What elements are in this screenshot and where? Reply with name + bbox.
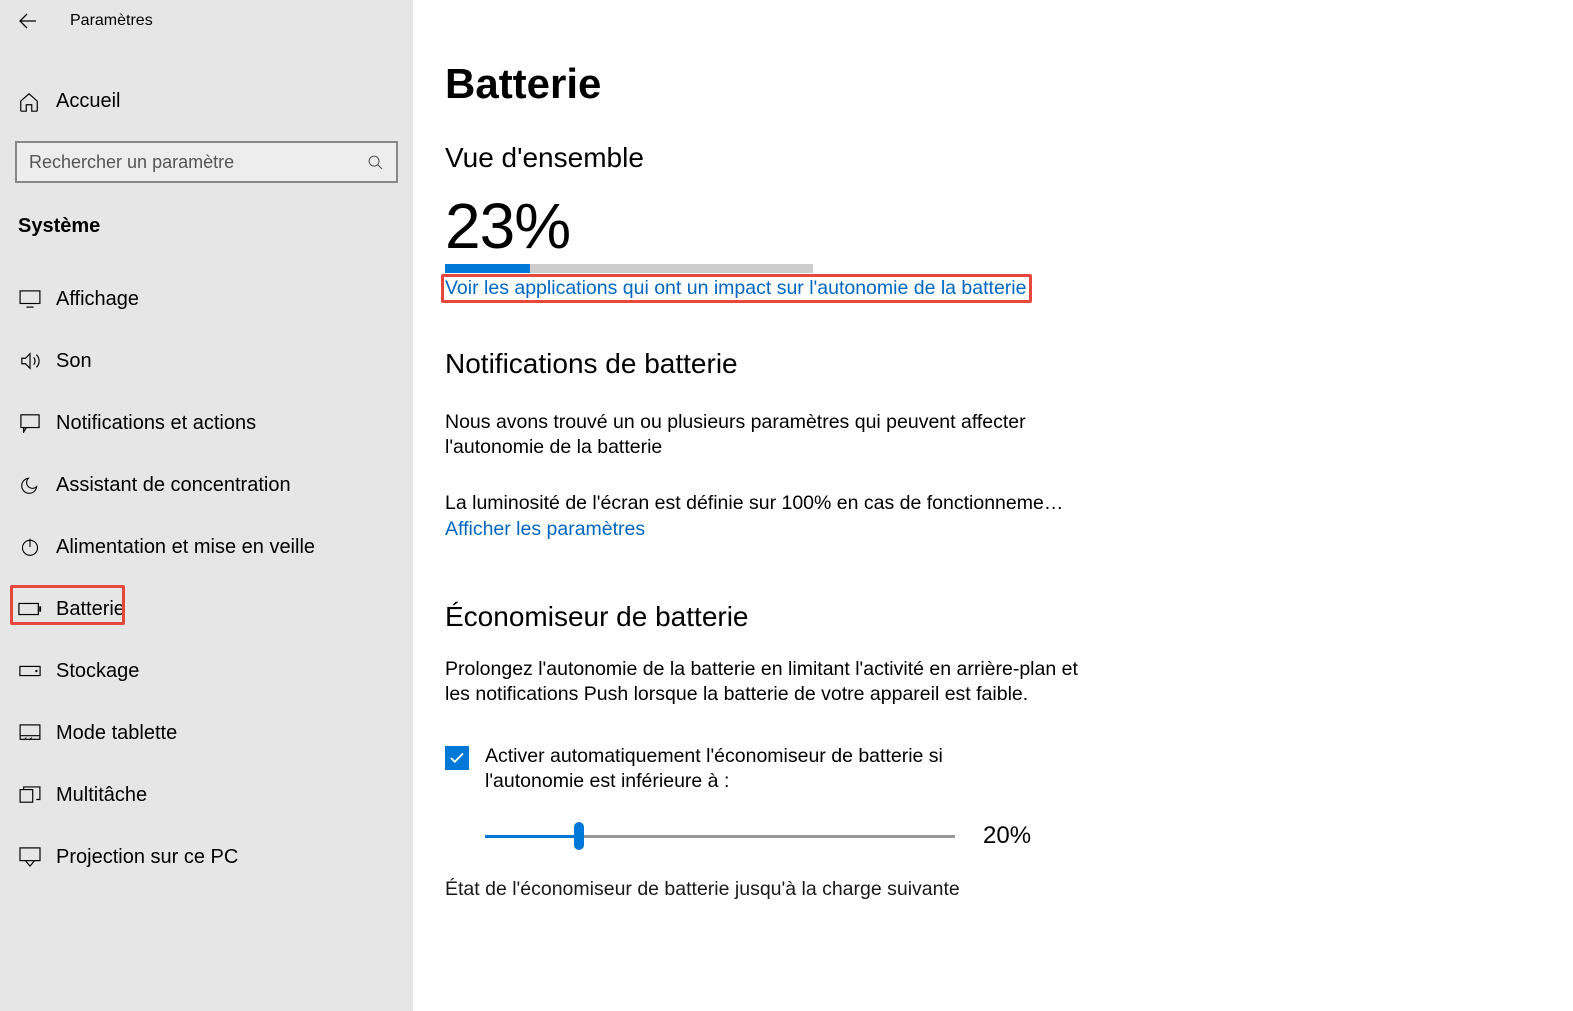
display-icon — [18, 290, 42, 308]
sidebar-item-power[interactable]: Alimentation et mise en veille — [0, 516, 413, 578]
sidebar-item-label: Alimentation et mise en veille — [56, 536, 315, 559]
sidebar-item-label: Son — [56, 350, 92, 373]
notifications-icon — [18, 413, 42, 433]
sidebar-item-battery[interactable]: Batterie — [0, 578, 413, 640]
notifications-heading: Notifications de batterie — [445, 348, 1573, 380]
sidebar-item-label: Accueil — [56, 90, 120, 113]
sound-icon — [18, 351, 42, 371]
sidebar-item-label: Notifications et actions — [56, 412, 256, 435]
battery-percent: 23% — [445, 194, 1573, 258]
saver-auto-label: Activer automatiquement l'économiseur de… — [485, 744, 1045, 795]
sidebar-item-label: Multitâche — [56, 784, 147, 807]
search-container — [0, 141, 413, 183]
saver-status-text: État de l'économiseur de batterie jusqu'… — [445, 878, 1573, 901]
saver-threshold-value: 20% — [983, 822, 1031, 850]
brightness-link[interactable]: Afficher les paramètres — [445, 518, 645, 541]
moon-icon — [18, 475, 42, 495]
brightness-text: La luminosité de l'écran est définie sur… — [445, 491, 1065, 516]
projection-icon — [18, 847, 42, 867]
main-content: Batterie Vue d'ensemble 23% Voir les app… — [413, 0, 1573, 1011]
notifications-section: Notifications de batterie Nous avons tro… — [445, 348, 1573, 541]
page-title: Batterie — [445, 60, 1573, 108]
sidebar-item-tablet[interactable]: Mode tablette — [0, 702, 413, 764]
sidebar: Paramètres Accueil Système Affichage Son… — [0, 0, 413, 1011]
saver-auto-row: Activer automatiquement l'économiseur de… — [445, 744, 1573, 795]
sidebar-item-sound[interactable]: Son — [0, 330, 413, 392]
sidebar-item-label: Assistant de concentration — [56, 474, 291, 497]
power-icon — [18, 537, 42, 557]
saver-heading: Économiseur de batterie — [445, 601, 1573, 633]
slider-thumb[interactable] — [574, 822, 584, 850]
sidebar-header: Paramètres — [0, 0, 413, 42]
sidebar-item-label: Projection sur ce PC — [56, 846, 238, 869]
sidebar-item-home[interactable]: Accueil — [0, 72, 413, 131]
notifications-desc: Nous avons trouvé un ou plusieurs paramè… — [445, 410, 1065, 461]
category-heading: Système — [0, 183, 413, 238]
sidebar-item-notifications[interactable]: Notifications et actions — [0, 392, 413, 454]
sidebar-item-display[interactable]: Affichage — [0, 268, 413, 330]
saver-auto-checkbox[interactable] — [445, 746, 469, 770]
slider-fill — [485, 835, 579, 838]
battery-progress-fill — [445, 264, 530, 273]
search-box[interactable] — [15, 141, 398, 183]
battery-impact-link[interactable]: Voir les applications qui ont un impact … — [445, 277, 1026, 299]
sidebar-item-label: Affichage — [56, 288, 139, 311]
sidebar-item-label: Mode tablette — [56, 722, 177, 745]
tablet-icon — [18, 724, 42, 742]
overview-heading: Vue d'ensemble — [445, 142, 1573, 174]
storage-icon — [18, 665, 42, 677]
saver-desc: Prolongez l'autonomie de la batterie en … — [445, 657, 1085, 708]
battery-progress — [445, 264, 813, 273]
window-title: Paramètres — [70, 12, 153, 30]
saver-threshold-slider[interactable] — [485, 835, 955, 838]
search-icon — [367, 154, 384, 171]
home-icon — [18, 91, 42, 113]
sidebar-item-storage[interactable]: Stockage — [0, 640, 413, 702]
sidebar-item-label: Batterie — [56, 598, 125, 621]
search-input[interactable] — [29, 152, 367, 173]
sidebar-item-focus[interactable]: Assistant de concentration — [0, 454, 413, 516]
sidebar-item-multitask[interactable]: Multitâche — [0, 764, 413, 826]
saver-threshold-row: 20% — [485, 822, 1573, 850]
battery-icon — [18, 602, 42, 616]
multitask-icon — [18, 786, 42, 804]
impact-link-row: Voir les applications qui ont un impact … — [445, 277, 1026, 300]
nav-list: Affichage Son Notifications et actions A… — [0, 268, 413, 888]
sidebar-item-label: Stockage — [56, 660, 139, 683]
sidebar-item-projection[interactable]: Projection sur ce PC — [0, 826, 413, 888]
battery-saver-section: Économiseur de batterie Prolongez l'auto… — [445, 601, 1573, 901]
back-icon[interactable] — [18, 11, 38, 31]
